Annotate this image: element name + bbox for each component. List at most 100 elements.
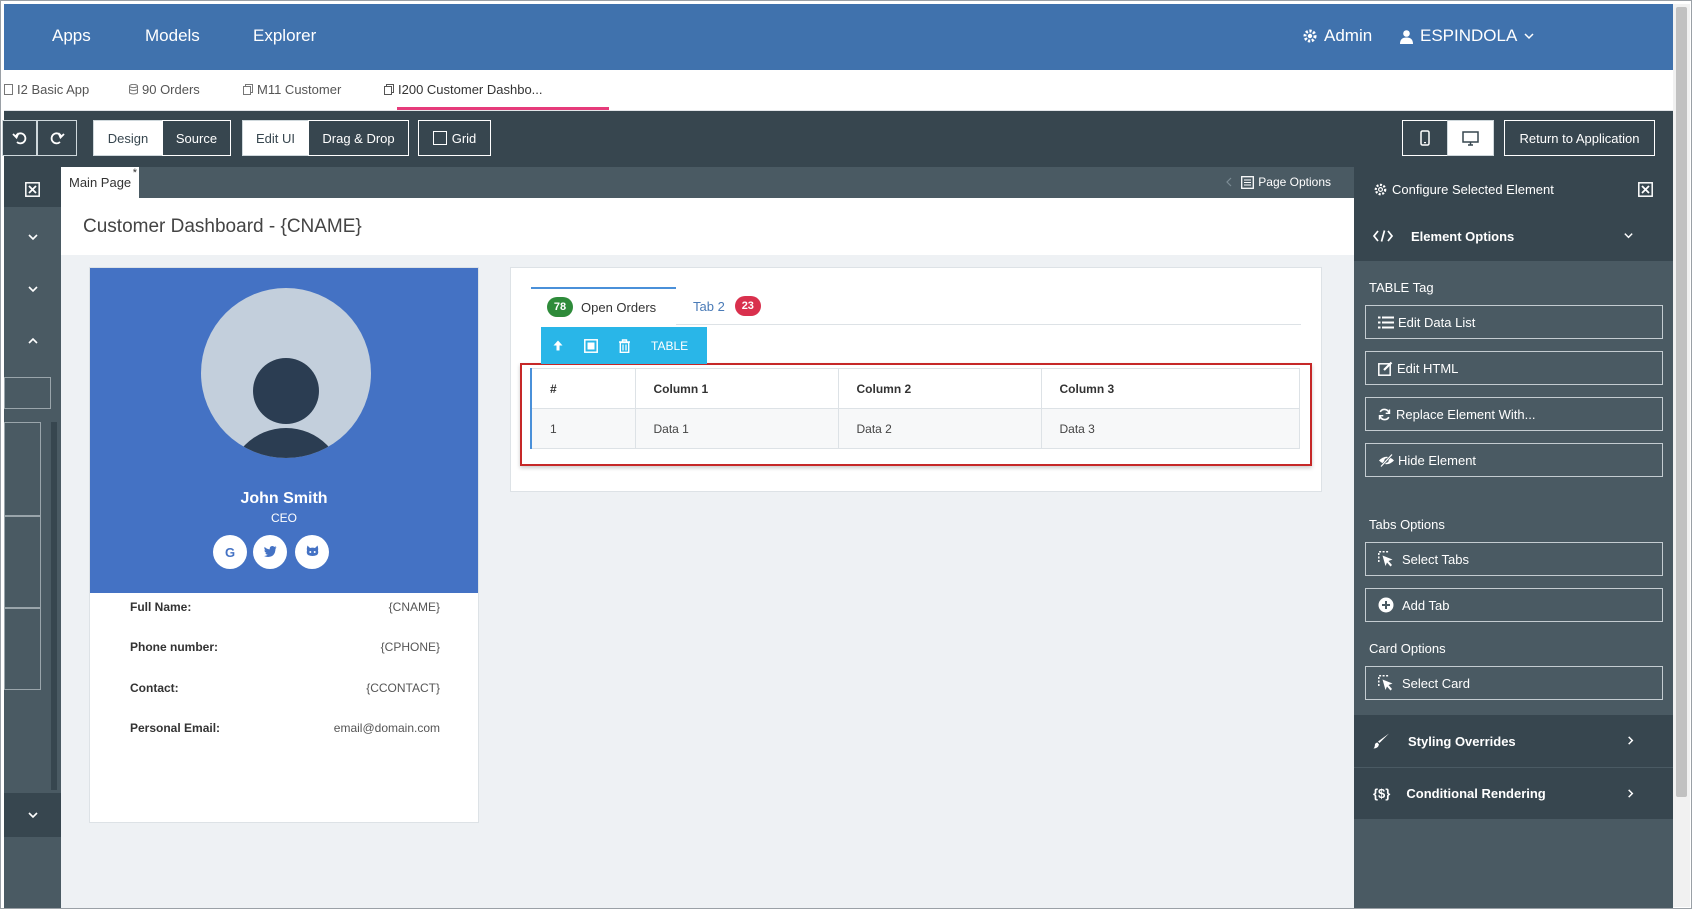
admin-menu[interactable]: Admin: [1302, 26, 1372, 46]
table-header-cell[interactable]: #: [530, 368, 636, 409]
data-table[interactable]: # Column 1 Column 2 Column 3 1 Data 1 Da…: [530, 368, 1300, 449]
select-card-button[interactable]: Select Card: [1365, 666, 1663, 700]
grid-toggle-button[interactable]: Grid: [418, 120, 491, 156]
mobile-view-button[interactable]: [1402, 120, 1448, 156]
window-scrollbar[interactable]: [1673, 4, 1690, 907]
page-header: Customer Dashboard - {CNAME}: [61, 198, 1354, 255]
expand-section-button[interactable]: [4, 267, 61, 311]
styling-overrides-section[interactable]: Styling Overrides: [1354, 715, 1673, 767]
field-personal-email: Personal Email: email@domain.com: [130, 721, 440, 735]
design-canvas: Main Page * Page Options Customer Dashbo…: [61, 167, 1354, 908]
tabs-card[interactable]: 78 Open Orders Tab 2 23 # Column 1 Colum…: [510, 267, 1322, 492]
edit-html-button[interactable]: Edit HTML: [1365, 351, 1663, 385]
close-sidebar-button[interactable]: [4, 167, 61, 211]
design-mode-button[interactable]: Design: [93, 120, 163, 156]
field-value: {CPHONE}: [380, 640, 440, 654]
file-icon: [243, 84, 253, 95]
table-header-cell[interactable]: Column 1: [634, 368, 839, 409]
google-button[interactable]: G: [213, 535, 247, 569]
file-tab-label: M11 Customer: [257, 82, 342, 97]
tab-2[interactable]: Tab 2 23: [693, 287, 761, 325]
user-menu[interactable]: ESPINDOLA: [1399, 26, 1535, 46]
file-tab-i2-basic-app[interactable]: I2 Basic App: [4, 82, 89, 97]
file-tab-90-orders[interactable]: 90 Orders: [129, 82, 200, 97]
nav-models[interactable]: Models: [145, 26, 200, 46]
replace-element-button[interactable]: Replace Element With...: [1365, 397, 1663, 431]
top-navbar: Apps Models Explorer Admin ESPINDOLA: [4, 4, 1673, 70]
tab-label: Tab 2: [693, 298, 725, 314]
select-parent-button[interactable]: [541, 340, 575, 351]
file-tab-label: I200 Customer Dashbo...: [398, 82, 543, 97]
edit-ui-button[interactable]: Edit UI: [242, 120, 309, 156]
desktop-view-button[interactable]: [1447, 120, 1494, 156]
field-value: email@domain.com: [333, 721, 440, 735]
sidebar-divider: [4, 607, 41, 609]
nav-explorer[interactable]: Explorer: [253, 26, 316, 46]
scrollbar-thumb[interactable]: [1676, 7, 1687, 797]
main-page-tab-label: Main Page: [69, 175, 132, 190]
conditional-rendering-label: Conditional Rendering: [1406, 786, 1546, 801]
twitter-button[interactable]: [253, 535, 287, 569]
table-row[interactable]: 1 Data 1 Data 2 Data 3: [530, 408, 1300, 449]
select-element-button[interactable]: [575, 338, 607, 353]
return-to-application-button[interactable]: Return to Application: [1504, 120, 1655, 156]
nav-apps[interactable]: Apps: [52, 26, 91, 46]
sidebar-scrollbar[interactable]: [51, 422, 57, 790]
hide-element-button[interactable]: Hide Element: [1365, 443, 1663, 477]
expand-section-button[interactable]: [4, 215, 61, 259]
add-tab-button[interactable]: Add Tab: [1365, 588, 1663, 622]
gear-icon: [1302, 28, 1318, 44]
edit-icon: [1378, 361, 1393, 376]
collapse-section-button[interactable]: [4, 319, 61, 363]
profile-card-header: John Smith CEO G: [90, 268, 478, 593]
active-tab-underline: [397, 107, 609, 110]
file-tab-i200-customer-dashboard[interactable]: I200 Customer Dashbo...: [384, 82, 543, 97]
redo-button[interactable]: [37, 120, 77, 156]
github-icon: [306, 545, 319, 560]
source-mode-button[interactable]: Source: [162, 120, 231, 156]
configure-panel-title: Configure Selected Element: [1392, 181, 1554, 197]
github-button[interactable]: [295, 535, 329, 569]
conditional-rendering-section[interactable]: {$} Conditional Rendering: [1354, 767, 1673, 819]
element-options-section[interactable]: Element Options: [1354, 211, 1673, 261]
app-window: Apps Models Explorer Admin ESPINDOLA I2 …: [0, 0, 1692, 909]
main-page-tab[interactable]: Main Page *: [61, 167, 139, 198]
field-phone-number: Phone number: {CPHONE}: [130, 640, 440, 654]
list-icon: [1378, 316, 1394, 329]
expand-section-button[interactable]: [4, 793, 61, 837]
table-header-cell[interactable]: Column 2: [837, 368, 1042, 409]
table-header-cell[interactable]: Column 3: [1040, 368, 1300, 409]
profile-card[interactable]: John Smith CEO G Full Name: {CNAME} Phon…: [89, 267, 479, 823]
element-toolbar: TABLE: [541, 327, 707, 364]
editor-toolbar: Design Source Edit UI Drag & Drop Grid R…: [2, 111, 1673, 167]
open-orders-count-badge: 78: [547, 297, 573, 317]
delete-element-button[interactable]: [607, 338, 641, 353]
select-box-icon: [584, 338, 598, 353]
gear-icon: [1373, 182, 1388, 197]
database-icon: [129, 84, 138, 95]
drag-drop-button[interactable]: Drag & Drop: [308, 120, 409, 156]
file-tab-m11-customer[interactable]: M11 Customer: [243, 82, 341, 97]
tab-open-orders[interactable]: 78 Open Orders: [531, 287, 676, 325]
close-panel-button[interactable]: [1638, 182, 1653, 197]
chevron-down-icon: [27, 283, 39, 295]
eye-slash-icon: [1378, 453, 1395, 467]
field-value: {CCONTACT}: [366, 681, 440, 695]
undo-button[interactable]: [2, 120, 37, 156]
edit-data-list-button[interactable]: Edit Data List: [1365, 305, 1663, 339]
redo-icon: [49, 130, 65, 146]
sidebar-input-box[interactable]: [4, 377, 51, 409]
field-value: {CNAME}: [388, 600, 440, 614]
table-cell: Data 3: [1040, 408, 1300, 449]
styling-overrides-label: Styling Overrides: [1408, 733, 1516, 749]
page-options-label: Page Options: [1258, 175, 1331, 189]
page-title: Customer Dashboard - {CNAME}: [83, 216, 362, 237]
page-options-button[interactable]: Page Options: [1225, 175, 1331, 189]
user-icon: [1399, 29, 1414, 44]
select-tabs-button[interactable]: Select Tabs: [1365, 542, 1663, 576]
chevron-left-icon: [1225, 177, 1233, 187]
file-tab-strip: I2 Basic App 90 Orders M11 Customer I200…: [4, 70, 1673, 111]
close-box-icon: [25, 181, 40, 197]
braces-icon: {$}: [1373, 786, 1391, 801]
avatar-body: [228, 428, 344, 458]
